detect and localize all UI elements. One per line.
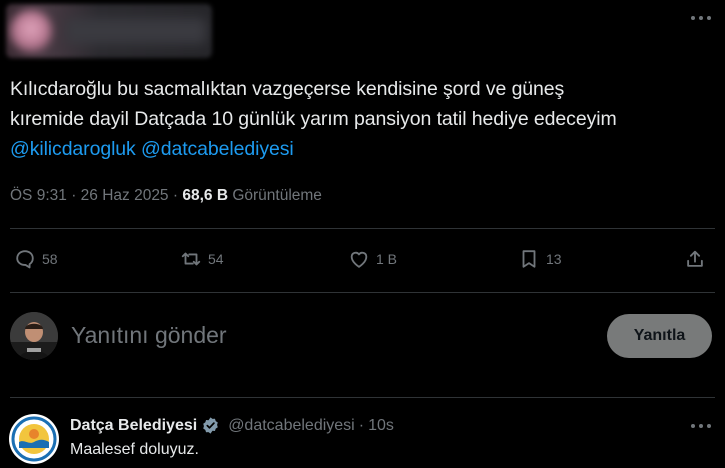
reply-action[interactable]: 58 (14, 248, 58, 270)
divider (10, 292, 715, 293)
reply-author-handle[interactable]: @datcabelediyesi (228, 417, 355, 435)
tweet-time[interactable]: ÖS 9:31 (10, 187, 67, 204)
municipality-logo-icon (10, 415, 58, 463)
user-avatar-image (10, 312, 58, 360)
views-label: Görüntüleme (232, 187, 322, 204)
reply-icon (16, 250, 34, 269)
verified-badge-icon (203, 417, 218, 434)
reply-separator: · (358, 416, 365, 434)
reply-author-name[interactable]: Datça Belediyesi (70, 417, 197, 435)
repost-count: 54 (208, 251, 224, 267)
reply-time[interactable]: 10s (368, 417, 394, 435)
reply-count: 58 (42, 251, 58, 267)
reply-more-options-icon[interactable] (691, 418, 711, 434)
blurred-name (66, 18, 206, 44)
blurred-author-header (6, 4, 212, 58)
tweet-line: kıremide dayil Datçada 10 günlük yarım p… (10, 108, 617, 130)
tweet-line: Kılıcdaroğlu bu sacmalıktan vazgeçerse k… (10, 78, 565, 100)
tweet-mentions-line: @kilicdarogluk @datcabelediyesi (10, 134, 715, 164)
bookmark-icon (522, 250, 536, 268)
reply-author-avatar[interactable] (9, 414, 59, 464)
user-avatar[interactable] (10, 312, 58, 360)
like-action[interactable]: 1 B (348, 248, 397, 270)
more-options-icon[interactable] (691, 10, 711, 26)
repost-icon (181, 252, 201, 266)
reply-submit-button[interactable]: Yanıtla (607, 314, 712, 358)
reply-header: Datça Belediyesi @datcabelediyesi · 10s (70, 416, 394, 435)
bookmark-action[interactable]: 13 (518, 248, 562, 270)
views-count: 68,6 B (182, 187, 229, 204)
mention-link[interactable]: @kilicdarogluk (10, 138, 136, 160)
blurred-avatar (10, 10, 52, 52)
tweet-text: Kılıcdaroğlu bu sacmalıktan vazgeçerse k… (10, 74, 715, 164)
reply-text: Maalesef doluyuz. (70, 441, 199, 458)
tweet-date[interactable]: 26 Haz 2025 (81, 187, 169, 204)
divider (10, 397, 715, 398)
bookmark-count: 13 (546, 251, 562, 267)
mention-link[interactable]: @datcabelediyesi (141, 138, 294, 160)
share-action[interactable] (684, 248, 706, 270)
action-bar: 58 54 1 B 13 (14, 248, 711, 276)
reply-input[interactable]: Yanıtını gönder (71, 322, 227, 349)
tweet-meta: ÖS 9:31 · 26 Haz 2025 · 68,6 B Görüntüle… (10, 187, 322, 204)
like-count: 1 B (376, 251, 398, 267)
repost-action[interactable]: 54 (180, 248, 224, 270)
heart-icon (350, 251, 368, 268)
share-icon (687, 250, 703, 267)
divider (10, 228, 715, 229)
